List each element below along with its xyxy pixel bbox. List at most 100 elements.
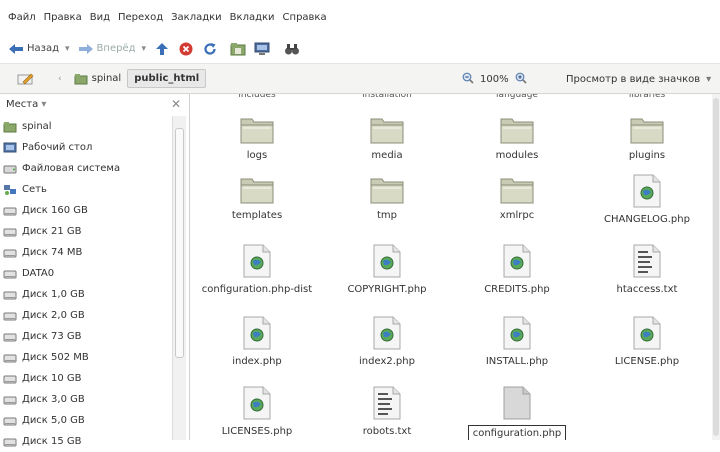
- folder-item[interactable]: media: [322, 114, 452, 162]
- sidebar-close-button[interactable]: ✕: [171, 97, 181, 111]
- sidebar-item-label: spinal: [22, 121, 52, 132]
- sidebar-item[interactable]: spinal: [0, 116, 172, 137]
- sidebar-selector[interactable]: Места ▾: [6, 99, 46, 110]
- file-label: modules: [495, 150, 539, 161]
- back-label: Назад: [27, 43, 60, 54]
- sidebar-item[interactable]: Диск 21 GB: [0, 221, 172, 242]
- file-item[interactable]: htaccess.txt: [582, 244, 712, 296]
- file-item[interactable]: CREDITS.php: [452, 244, 582, 296]
- reload-button[interactable]: [202, 41, 218, 57]
- folder-item[interactable]: xmlrpc: [452, 174, 582, 222]
- php-file-icon: [503, 316, 531, 350]
- forward-button[interactable]: Вперёд: [78, 43, 136, 55]
- folder-item[interactable]: logs: [192, 114, 322, 162]
- php-file-icon: [243, 316, 271, 350]
- folder-item[interactable]: modules: [452, 114, 582, 162]
- file-item[interactable]: index.php: [192, 316, 322, 368]
- breadcrumb-spinal[interactable]: spinal: [68, 70, 128, 88]
- file-label-partial[interactable]: libraries: [582, 94, 712, 100]
- sidebar-item[interactable]: Файловая система: [0, 158, 172, 179]
- reload-icon: [204, 42, 216, 55]
- sidebar-item[interactable]: Рабочий стол: [0, 137, 172, 158]
- file-item[interactable]: LICENSE.php: [582, 316, 712, 368]
- search-button[interactable]: [284, 41, 300, 57]
- file-label-partial[interactable]: includes: [192, 94, 322, 100]
- file-label: htaccess.txt: [616, 284, 678, 295]
- php-file-icon: [243, 386, 271, 420]
- up-button[interactable]: [154, 41, 170, 57]
- drive-icon: [3, 310, 17, 322]
- sidebar-item[interactable]: Диск 2,0 GB: [0, 305, 172, 326]
- sidebar-item[interactable]: Диск 5,0 GB: [0, 410, 172, 431]
- breadcrumb-public-html[interactable]: public_html: [127, 69, 207, 88]
- menu-go[interactable]: Переход: [114, 12, 167, 23]
- file-label-partial[interactable]: installation: [322, 94, 452, 100]
- back-button[interactable]: Назад: [8, 43, 59, 55]
- forward-history-dropdown[interactable]: ▾: [142, 44, 147, 54]
- file-item[interactable]: robots.txt: [322, 386, 452, 438]
- file-item[interactable]: configuration.php-dist: [192, 244, 322, 296]
- sidebar-item-label: Диск 5,0 GB: [22, 415, 85, 426]
- file-item[interactable]: index2.php: [322, 316, 452, 368]
- chevron-down-icon: ▾: [41, 98, 47, 110]
- sidebar-item[interactable]: Диск 10 GB: [0, 368, 172, 389]
- file-label: LICENSE.php: [614, 356, 680, 367]
- menu-bookmarks[interactable]: Закладки: [167, 12, 226, 23]
- breadcrumb-label: spinal: [91, 73, 122, 84]
- sidebar-item[interactable]: Диск 502 MB: [0, 347, 172, 368]
- file-item[interactable]: COPYRIGHT.php: [322, 244, 452, 296]
- menu-edit[interactable]: Правка: [40, 12, 86, 23]
- file-item[interactable]: INSTALL.php: [452, 316, 582, 368]
- menu-tabs[interactable]: Вкладки: [226, 12, 279, 23]
- menu-view[interactable]: Вид: [86, 12, 114, 23]
- menu-file[interactable]: Файл: [4, 12, 40, 23]
- drive-icon: [3, 289, 17, 301]
- sidebar-item[interactable]: Диск 160 GB: [0, 200, 172, 221]
- file-label: index.php: [232, 356, 282, 367]
- file-view-scrollbar[interactable]: [712, 94, 720, 440]
- breadcrumb-scroll-left-icon[interactable]: ‹: [58, 74, 62, 84]
- back-history-dropdown[interactable]: ▾: [65, 44, 70, 54]
- file-label: LICENSES.php: [221, 426, 293, 437]
- sidebar-item[interactable]: Диск 74 MB: [0, 242, 172, 263]
- home-button[interactable]: [230, 41, 246, 57]
- zoom-out-button[interactable]: [462, 72, 474, 87]
- forward-arrow-icon: [78, 43, 93, 54]
- view-mode-select[interactable]: Просмотр в виде значков ▾: [566, 64, 711, 94]
- folder-item[interactable]: tmp: [322, 174, 452, 222]
- zoom-level[interactable]: 100%: [480, 74, 509, 85]
- computer-button[interactable]: [254, 41, 270, 57]
- file-item[interactable]: CHANGELOG.php: [582, 174, 712, 226]
- stop-icon: [179, 42, 193, 55]
- toolbar: Назад ▾ Вперёд ▾: [0, 34, 720, 64]
- location-edit-toggle[interactable]: [12, 68, 40, 90]
- file-item[interactable]: configuration.php: [452, 386, 582, 440]
- sidebar-item[interactable]: Диск 3,0 GB: [0, 389, 172, 410]
- folder-item[interactable]: plugins: [582, 114, 712, 162]
- sidebar-scroll-thumb[interactable]: [175, 128, 184, 358]
- sidebar-item[interactable]: Диск 1,0 GB: [0, 284, 172, 305]
- sidebar-header: Места ▾ ✕: [0, 94, 189, 114]
- file-label: CREDITS.php: [484, 284, 550, 295]
- file-view-scroll-thumb[interactable]: [713, 98, 719, 436]
- stop-button[interactable]: [178, 41, 194, 57]
- drive-icon: [3, 226, 17, 238]
- sidebar-item[interactable]: Диск 15 GB: [0, 431, 172, 452]
- rename-input[interactable]: configuration.php: [467, 425, 567, 440]
- sidebar-item-label: Диск 1,0 GB: [22, 289, 85, 300]
- sidebar-item-label: Файловая система: [22, 163, 121, 174]
- places-sidebar: Места ▾ ✕ spinal Рабочий стол Файловая сис…: [0, 94, 190, 447]
- zoom-in-button[interactable]: [515, 72, 527, 87]
- zoom-in-icon: [515, 72, 527, 84]
- folder-icon: [3, 121, 17, 133]
- folder-item[interactable]: templates: [192, 174, 322, 222]
- sidebar-item[interactable]: Диск 73 GB: [0, 326, 172, 347]
- drive-icon: [3, 352, 17, 364]
- drive-icon: [3, 331, 17, 343]
- sidebar-scrollbar[interactable]: [172, 116, 186, 440]
- file-label-partial[interactable]: language: [452, 94, 582, 100]
- file-item[interactable]: LICENSES.php: [192, 386, 322, 438]
- sidebar-item[interactable]: Сеть: [0, 179, 172, 200]
- sidebar-item[interactable]: DATA0: [0, 263, 172, 284]
- menu-help[interactable]: Справка: [279, 12, 331, 23]
